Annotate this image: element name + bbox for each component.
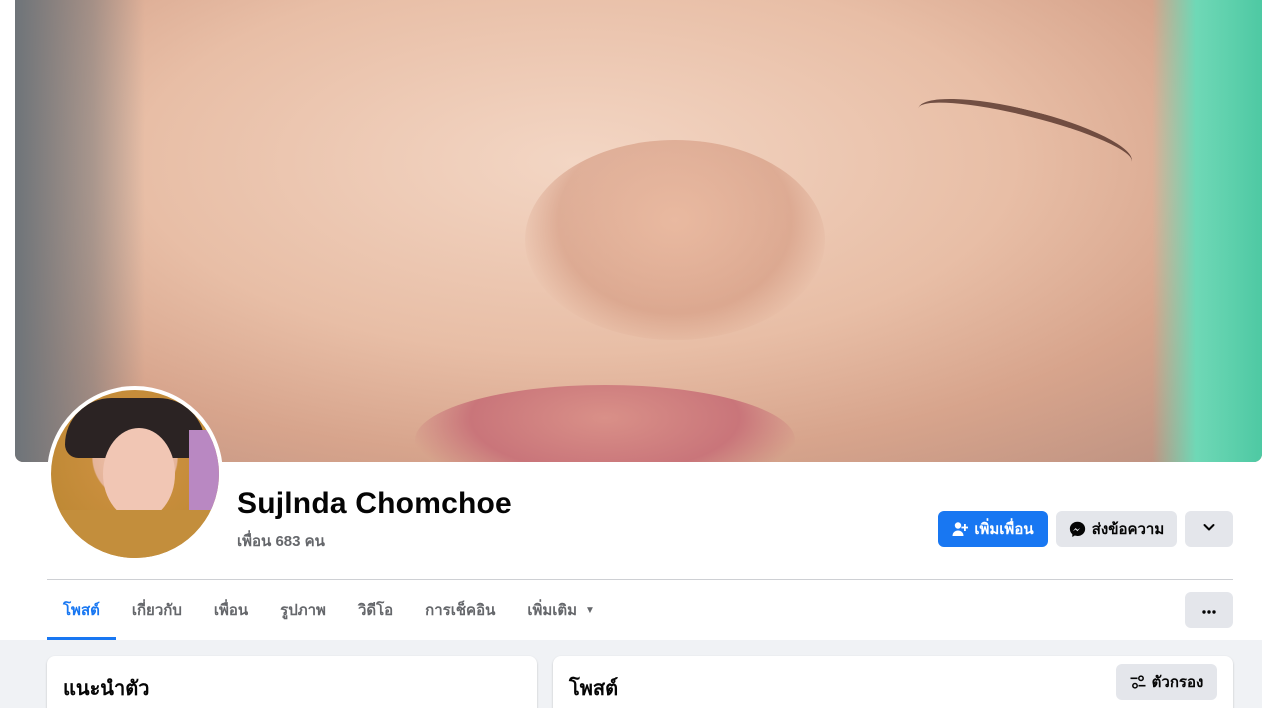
tabs-more-options-button[interactable] (1185, 592, 1233, 628)
cover-detail-towel (1152, 0, 1262, 462)
add-friend-icon (952, 521, 969, 537)
tab-friends[interactable]: เพื่อน (198, 580, 264, 640)
profile-more-button[interactable] (1185, 511, 1233, 547)
tab-more[interactable]: เพิ่มเติม ▼ (511, 580, 611, 640)
message-label: ส่งข้อความ (1091, 521, 1165, 538)
tab-photos[interactable]: รูปภาพ (264, 580, 342, 640)
messenger-icon (1069, 521, 1086, 538)
profile-picture[interactable] (47, 386, 223, 562)
avatar-pillow (189, 430, 219, 510)
tab-label: เกี่ยวกับ (131, 602, 182, 619)
tab-about[interactable]: เกี่ยวกับ (116, 580, 198, 640)
more-dots-icon (1201, 602, 1217, 619)
cover-photo[interactable] (15, 0, 1262, 462)
avatar-face (103, 428, 175, 520)
tab-label: การเช็คอิน (425, 602, 496, 619)
tab-videos[interactable]: วิดีโอ (342, 580, 409, 640)
tab-label: วิดีโอ (357, 602, 394, 619)
tab-posts[interactable]: โพสต์ (47, 580, 116, 640)
posts-card: โพสต์ ตัวกรอง (553, 656, 1233, 708)
filter-icon (1130, 675, 1146, 689)
friends-count[interactable]: เพื่อน 683 คน (237, 529, 325, 553)
add-friend-button[interactable]: เพิ่มเพื่อน (938, 511, 1048, 547)
tab-label: เพิ่มเติม (527, 602, 578, 619)
profile-name: Sujlnda Chomchoe (237, 487, 512, 520)
cover-detail-eye (912, 84, 1138, 186)
profile-header: Sujlnda Chomchoe เพื่อน 683 คน เพิ่มเพื่… (0, 0, 1262, 640)
filter-label: ตัวกรอง (1151, 674, 1204, 691)
intro-card: แนะนำตัว (47, 656, 537, 708)
tab-label: โพสต์ (63, 602, 100, 619)
tab-label: รูปภาพ (280, 602, 326, 619)
posts-title: โพสต์ (569, 678, 619, 700)
message-button[interactable]: ส่งข้อความ (1056, 511, 1177, 547)
cover-detail-lip (415, 385, 795, 462)
cover-detail-nose (525, 140, 825, 340)
tab-label: เพื่อน (213, 602, 249, 619)
intro-title: แนะนำตัว (63, 678, 150, 700)
add-friend-label: เพิ่มเพื่อน (974, 521, 1034, 538)
filter-button[interactable]: ตัวกรอง (1116, 664, 1217, 700)
avatar-shirt (51, 510, 219, 558)
caret-down-icon: ▼ (585, 604, 595, 616)
profile-tabs: โพสต์ เกี่ยวกับ เพื่อน รูปภาพ วิดีโอ การ… (47, 580, 611, 640)
chevron-down-icon (1202, 520, 1216, 538)
avatar (51, 390, 219, 558)
tab-checkins[interactable]: การเช็คอิน (409, 580, 511, 640)
